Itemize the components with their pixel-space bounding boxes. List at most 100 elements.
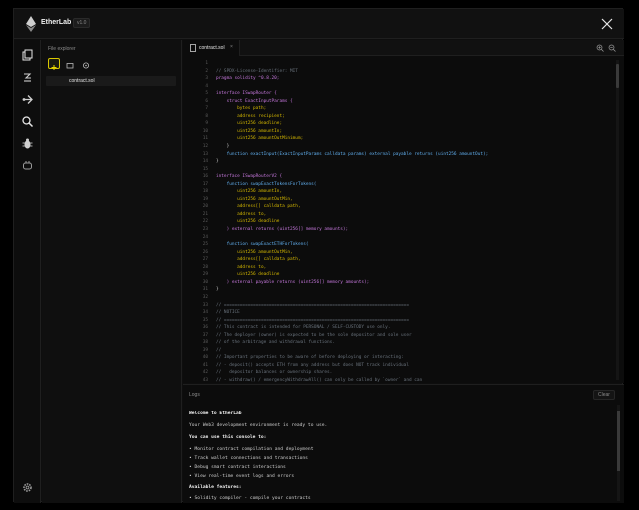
code-text: bytes path; (216, 106, 267, 112)
file-explorer-panel: File explorer contract.sol (42, 40, 182, 503)
line-number: 7 (205, 106, 208, 112)
code-line: 31} (183, 286, 613, 294)
code-line: 20 address[] calldata path, (183, 203, 613, 211)
code-line: 16 interface ISwapRouterV2 { (183, 173, 613, 181)
log-entry: Welcome to EtherLab (189, 411, 242, 416)
code-text: function swapExactETHForTokens( (216, 242, 309, 248)
code-text: // depositor balances or ownership share… (216, 370, 333, 376)
file-item-contract-sol[interactable]: contract.sol (46, 76, 176, 86)
code-text: uint256 amountOutMin, (216, 196, 293, 202)
line-number: 16 (202, 174, 208, 180)
line-number: 3 (205, 76, 208, 82)
code-text: struct ExactInputParams { (216, 98, 293, 104)
line-number: 24 (202, 234, 208, 240)
code-text: uint256 deadline (216, 219, 280, 225)
code-text: function swapExactTokensForTokens( (216, 181, 317, 187)
code-line: 14} (183, 158, 613, 166)
line-number: 1 (205, 61, 208, 66)
version-badge: v1.0 (73, 18, 91, 28)
code-line: 41 // - deposit() accepts ETH from any ad… (183, 362, 613, 370)
line-number: 4 (205, 83, 208, 89)
code-text: // SPDX-License-Identifier: MIT (216, 68, 298, 74)
code-area[interactable]: 1 2// SPDX-License-Identifier: MIT 3 pragma… (183, 60, 613, 382)
plus-icon (51, 65, 57, 70)
files-icon[interactable] (21, 49, 34, 62)
code-text: ) external returns (uint256[] memory amo… (216, 227, 349, 233)
title-bar: EtherLab v1.0 (14, 9, 624, 39)
file-icon (190, 44, 196, 52)
settings-gear-icon[interactable] (21, 481, 34, 494)
code-editor: contract.sol × 1 2// SPDX-License-Identif… (183, 40, 624, 383)
new-file-button[interactable] (48, 58, 60, 70)
code-text: // (216, 347, 222, 353)
line-number: 33 (202, 302, 208, 308)
tab-contract-sol[interactable]: contract.sol × (183, 40, 240, 56)
code-text: address recipient; (216, 113, 285, 119)
plugin-icon[interactable] (21, 159, 34, 172)
code-line: 28 address to, (183, 264, 613, 272)
zoom-in-icon[interactable] (596, 44, 604, 52)
code-line: 8 address recipient; (183, 113, 613, 121)
ethereum-logo-icon (26, 16, 36, 32)
debug-bug-icon[interactable] (21, 137, 34, 150)
code-text: // =====================================… (216, 302, 409, 308)
code-line: 43 // - withdraw() / emergencyWithdrawAll… (183, 377, 613, 382)
log-entry: • Monitor contract compilation and deplo… (189, 447, 314, 452)
code-line: 4 (183, 83, 613, 91)
code-line: 3 pragma solidity ^0.8.20; (183, 75, 613, 83)
open-workspace-button[interactable] (80, 58, 92, 69)
code-text: } (216, 287, 219, 293)
zoom-out-icon[interactable] (608, 44, 616, 52)
logs-scrollbar-thumb[interactable] (617, 411, 620, 471)
code-line: 10 uint256 amountIn; (183, 128, 613, 136)
editor-scrollbar[interactable] (616, 60, 619, 380)
line-number: 14 (202, 159, 208, 165)
github-icon (83, 62, 89, 69)
editor-scrollbar-thumb[interactable] (616, 64, 619, 88)
line-number: 25 (202, 242, 208, 248)
logs-title: Logs (189, 392, 200, 398)
line-number: 38 (202, 340, 208, 346)
line-number: 22 (202, 219, 208, 225)
code-line: 40 // Important properties to be aware of… (183, 354, 613, 362)
line-number: 21 (202, 211, 208, 217)
logs-scrollbar[interactable] (617, 405, 620, 501)
code-text: address[] calldata path, (216, 257, 301, 263)
logs-output: Welcome to EtherLab Your Web3 development… (189, 411, 609, 503)
close-icon[interactable] (600, 17, 614, 31)
code-text: } (216, 144, 230, 150)
code-line: 21 address to, (183, 211, 613, 219)
code-line: 13 function exactInput(ExactInputParams … (183, 151, 613, 159)
search-icon[interactable] (21, 115, 34, 128)
code-text: // Important properties to be aware of b… (216, 355, 404, 361)
code-line: 17 function swapExactTokensForTokens( (183, 181, 613, 189)
code-text: uint256 amountIn, (216, 189, 283, 195)
code-text: uint256 deadline; (216, 121, 283, 127)
code-line: 39 // (183, 347, 613, 355)
line-number: 27 (202, 257, 208, 263)
line-number: 15 (202, 166, 208, 172)
logs-panel: Logs Clear Welcome to EtherLab Your Web3 … (183, 384, 624, 503)
new-folder-button[interactable] (64, 58, 76, 69)
log-entry: Your Web3 development environment is rea… (189, 423, 328, 428)
code-line: 1 (183, 60, 613, 68)
code-line: 11 uint256 amountOutMinimum; (183, 135, 613, 143)
app-window: EtherLab v1.0 File explorer contract.sol… (13, 8, 624, 503)
line-number: 40 (202, 355, 208, 361)
line-number: 19 (202, 196, 208, 202)
line-number: 39 (202, 347, 208, 353)
clear-logs-button[interactable]: Clear (593, 390, 615, 400)
compiler-icon[interactable] (21, 71, 34, 84)
code-text: // This contract is intended for PERSONA… (216, 325, 391, 331)
tab-close-icon[interactable]: × (230, 44, 233, 50)
log-entry: Available features: (189, 485, 242, 490)
code-text: uint256 amountIn; (216, 128, 283, 134)
code-line: 35 // ===================================… (183, 317, 613, 325)
activity-bar (14, 40, 41, 503)
deploy-icon[interactable] (21, 93, 34, 106)
line-number: 18 (202, 189, 208, 195)
line-number: 43 (202, 377, 208, 382)
line-number: 26 (202, 249, 208, 255)
code-text: } (216, 159, 219, 165)
line-number: 10 (202, 128, 208, 134)
